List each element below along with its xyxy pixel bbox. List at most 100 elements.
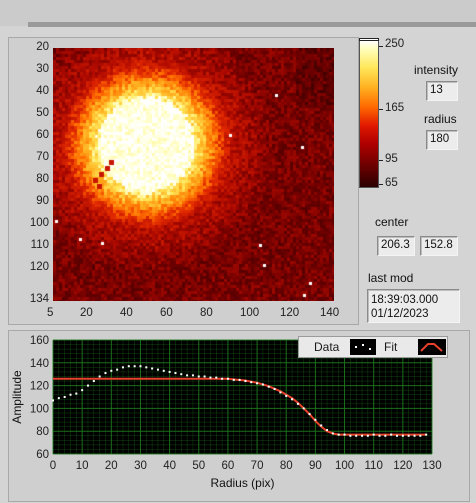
data-point [145,366,148,369]
image-x-tick: 20 [80,307,93,319]
data-point [326,429,329,432]
image-y-tick: 100 [29,217,49,229]
image-x-tick: 5 [47,307,54,319]
colorbar [359,40,379,188]
data-point [215,376,218,379]
intensity-image[interactable] [53,48,334,301]
x-tick-label: 0 [50,460,56,472]
image-y-tick: 120 [29,261,49,273]
data-point [151,367,154,370]
colorbar-tick: 250 [385,38,405,50]
x-tick-label: 130 [422,460,441,472]
data-point [331,432,334,435]
x-tick-label: 80 [280,460,293,472]
data-point [162,369,165,372]
data-point [139,365,142,368]
data-point [203,375,206,378]
center-label: center [375,215,409,229]
data-point [337,433,340,436]
colorbar-max-marker[interactable] [359,38,379,41]
data-point [267,385,270,388]
colorbar-tick-mark [379,46,383,47]
data-point [110,369,113,372]
data-point [244,380,247,383]
colorbar-tick: 165 [385,102,405,114]
data-point [256,382,259,385]
data-point [238,378,241,381]
image-x-tick: 40 [120,307,133,319]
data-point [279,391,282,394]
image-x-tick: 60 [160,307,173,319]
colorbar-tick-mark [379,109,383,110]
colorbar-tick-mark [379,160,383,161]
lastmod-label: last mod [368,271,414,285]
data-point [314,418,317,421]
y-tick-label: 80 [36,426,49,438]
legend-swatch-data[interactable] [350,339,376,355]
data-point [285,394,288,397]
top-strip-shadow [28,22,476,27]
data-point [343,433,346,436]
data-point [366,434,369,437]
data-point [133,365,136,368]
data-point [209,376,212,379]
data-point [308,413,311,416]
center-x-field[interactable]: 206.3 [377,236,415,256]
x-tick-label: 30 [134,460,147,472]
image-y-tick: 90 [36,195,49,207]
data-point [250,381,253,384]
x-tick-label: 90 [309,460,322,472]
data-point [372,433,375,436]
x-tick-label: 50 [192,460,205,472]
data-point [384,434,387,437]
data-point [226,377,229,380]
data-point [57,397,60,400]
data-point [425,433,428,436]
image-y-tick: 50 [36,107,49,119]
data-point [261,383,264,386]
image-y-tick: 60 [36,129,49,141]
legend: Data Fit [298,336,448,358]
image-x-tick: 100 [240,307,260,319]
legend-swatch-fit[interactable] [418,339,446,355]
radius-label: radius [424,112,457,126]
x-tick-label: 100 [335,460,354,472]
x-tick-label: 20 [105,460,118,472]
data-point [116,368,119,371]
intensity-field[interactable]: 13 [426,81,458,101]
x-tick-label: 10 [76,460,89,472]
data-point [291,398,294,401]
image-y-tick: 70 [36,151,49,163]
colorbar-tick: 95 [385,153,398,165]
lastmod-field[interactable]: 18:39:03.000 01/12/2023 [367,289,460,323]
data-point [69,393,72,396]
data-point [156,368,159,371]
lastmod-date: 01/12/2023 [371,308,429,320]
image-y-tick: 30 [36,63,49,75]
colorbar-tick: 65 [385,177,398,189]
data-point [92,380,95,383]
image-y-tick: 80 [36,173,49,185]
data-point [174,372,177,375]
data-point [320,424,323,427]
image-x-tick: 140 [320,307,340,319]
image-y-tick: 110 [30,239,49,251]
x-tick-label: 40 [163,460,176,472]
data-point [413,434,416,437]
center-y-field[interactable]: 152.8 [420,236,458,256]
image-x-tick: 120 [280,307,300,319]
x-tick-label: 60 [222,460,235,472]
x-axis-label: Radius (pix) [210,476,274,490]
fit-swatch-line [420,343,443,352]
lastmod-time: 18:39:03.000 [371,294,439,306]
data-point [191,374,194,377]
y-tick-label: 160 [30,335,49,347]
y-tick-label: 100 [30,403,49,415]
radius-field[interactable]: 180 [426,130,458,150]
data-point [86,384,89,387]
data-point [104,372,107,375]
data-point [127,365,130,368]
data-point [121,366,124,369]
y-axis-label: Amplitude [10,370,24,424]
image-y-tick: 20 [36,41,49,53]
